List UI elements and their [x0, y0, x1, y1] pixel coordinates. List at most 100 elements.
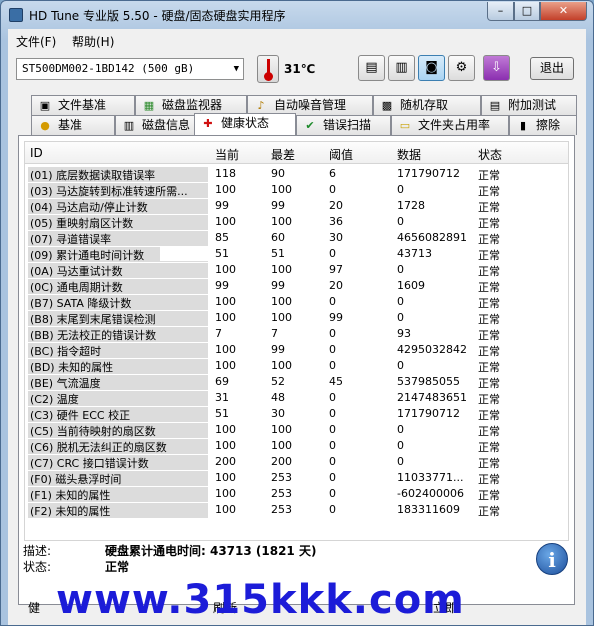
- tab-aam[interactable]: ♪ 自动噪音管理: [247, 95, 373, 115]
- smart-table[interactable]: ID 当前 最差 阈值 数据 状态 (01) 底层数据读取错误率 118 90 6 17…: [24, 141, 569, 541]
- drive-select[interactable]: ST500DM002-1BD142 (500 gB) ▼: [16, 58, 244, 80]
- tab-disk-monitor[interactable]: ▦ 磁盘监视器: [135, 95, 247, 115]
- app-window: HD Tune 专业版 5.50 - 硬盘/固态硬盘实用程序 – □ ✕ 文件(…: [0, 0, 594, 626]
- table-row[interactable]: (05) 重映射扇区计数 100 100 36 0 正常: [25, 214, 568, 230]
- current-value: 100: [215, 311, 236, 324]
- table-row[interactable]: (BB) 无法校正的错误计数 7 7 0 93 正常: [25, 326, 568, 342]
- current-value: 85: [215, 231, 229, 244]
- threshold-value: 36: [329, 215, 343, 228]
- table-header: ID 当前 最差 阈值 数据 状态: [25, 142, 568, 164]
- threshold-value: 0: [329, 295, 336, 308]
- current-value: 100: [215, 439, 236, 452]
- current-value: 31: [215, 391, 229, 404]
- options-button[interactable]: ⚙: [448, 55, 475, 81]
- table-row[interactable]: (0C) 通电周期计数 99 99 20 1609 正常: [25, 278, 568, 294]
- column-header-id[interactable]: ID: [30, 146, 43, 160]
- drive-select-value: ST500DM002-1BD142 (500 gB): [22, 62, 195, 75]
- menu-file[interactable]: 文件(F): [16, 33, 56, 50]
- tab-folder-usage[interactable]: ▭ 文件夹占用率: [391, 115, 509, 135]
- current-value: 100: [215, 423, 236, 436]
- selection-gap: [160, 246, 208, 261]
- screenshot-button[interactable]: ◙: [418, 55, 445, 81]
- copy-text-icon: ▤: [365, 60, 378, 75]
- attribute-status: 正常: [478, 505, 500, 518]
- column-header-data[interactable]: 数据: [397, 146, 421, 163]
- table-row[interactable]: (01) 底层数据读取错误率 118 90 6 171790712 正常: [25, 166, 568, 182]
- table-row[interactable]: (F1) 未知的属性 100 253 0 -602400006 正常: [25, 486, 568, 502]
- tab-health[interactable]: ✚ 健康状态: [194, 113, 296, 135]
- health-cross-icon: ✚: [203, 117, 213, 130]
- table-row[interactable]: (0A) 马达重试计数 100 100 97 0 正常: [25, 262, 568, 278]
- tab-erase[interactable]: ▮ 擦除: [509, 115, 577, 135]
- disk-monitor-icon: ▦: [143, 99, 155, 112]
- attribute-id: (C6) 脱机无法纠正的扇区数: [28, 439, 208, 454]
- error-scan-icon: ✔: [305, 119, 315, 132]
- menu-bar: 文件(F) 帮助(H): [8, 29, 586, 51]
- table-row[interactable]: (BE) 气流温度 69 52 45 537985055 正常: [25, 374, 568, 390]
- toolbar: ST500DM002-1BD142 (500 gB) ▼ 31℃ ▤ ▥ ◙ ⚙…: [8, 51, 586, 95]
- attribute-status: 正常: [478, 425, 500, 438]
- client-area: 文件(F) 帮助(H) ST500DM002-1BD142 (500 gB) ▼…: [8, 29, 586, 625]
- worst-value: 90: [271, 167, 285, 180]
- tab-random-access[interactable]: ▩ 随机存取: [373, 95, 481, 115]
- close-button[interactable]: ✕: [540, 2, 587, 21]
- attribute-id: (BD) 未知的属性: [28, 359, 208, 374]
- worst-value: 253: [271, 487, 292, 500]
- raw-data: 4295032842: [397, 343, 467, 356]
- column-header-status[interactable]: 状态: [478, 146, 502, 163]
- exit-button[interactable]: 退出: [530, 57, 574, 80]
- raw-data: 21474836511: [397, 391, 467, 404]
- table-row[interactable]: (07) 寻道错误率 85 60 30 4656082891 正常: [25, 230, 568, 246]
- attribute-id: (07) 寻道错误率: [28, 231, 208, 246]
- table-row[interactable]: (C5) 当前待映射的扇区数 100 100 0 0 正常: [25, 422, 568, 438]
- attribute-status: 正常: [478, 201, 500, 214]
- worst-value: 100: [271, 423, 292, 436]
- table-row[interactable]: (C7) CRC 接口错误计数 200 200 0 0 正常: [25, 454, 568, 470]
- table-row[interactable]: (F2) 未知的属性 100 253 0 183311609 正常: [25, 502, 568, 518]
- attribute-status: 正常: [478, 489, 500, 502]
- current-value: 7: [215, 327, 222, 340]
- tab-error-scan[interactable]: ✔ 错误扫描: [296, 115, 391, 135]
- info-icon[interactable]: i: [536, 543, 568, 575]
- table-row[interactable]: (BD) 未知的属性 100 100 0 0 正常: [25, 358, 568, 374]
- health-panel: ID 当前 最差 阈值 数据 状态 (01) 底层数据读取错误率 118 90 6 17…: [18, 135, 575, 605]
- tab-disk-info[interactable]: ▥ 磁盘信息: [115, 115, 203, 135]
- table-row[interactable]: (03) 马达旋转到标准转速所需... 100 100 0 0 正常: [25, 182, 568, 198]
- worst-value: 253: [271, 471, 292, 484]
- copy-text-button[interactable]: ▤: [358, 55, 385, 81]
- copy-screen-button[interactable]: ▥: [388, 55, 415, 81]
- threshold-value: 0: [329, 343, 336, 356]
- status-value: 正常: [105, 560, 130, 574]
- column-header-current[interactable]: 当前: [215, 146, 239, 163]
- raw-data: 4656082891: [397, 231, 467, 244]
- table-row[interactable]: (BC) 指令超时 100 99 0 4295032842 正常: [25, 342, 568, 358]
- table-row[interactable]: (09) 累计通电时间计数 51 51 0 43713 正常: [25, 246, 568, 262]
- current-value: 100: [215, 487, 236, 500]
- tab-extra-tests[interactable]: ▤ 附加测试: [481, 95, 577, 115]
- menu-help[interactable]: 帮助(H): [72, 33, 114, 50]
- table-row[interactable]: (04) 马达启动/停止计数 99 99 20 1728 正常: [25, 198, 568, 214]
- attribute-status: 正常: [478, 345, 500, 358]
- maximize-button[interactable]: □: [514, 2, 540, 21]
- extra-tests-icon: ▤: [489, 99, 501, 112]
- tab-benchmark[interactable]: ● 基准: [31, 115, 115, 135]
- table-row[interactable]: (B8) 末尾到末尾错误检测 100 100 99 0 正常: [25, 310, 568, 326]
- table-row[interactable]: (C6) 脱机无法纠正的扇区数 100 100 0 0 正常: [25, 438, 568, 454]
- folder-icon: ▭: [399, 119, 411, 132]
- attribute-id: (0C) 通电周期计数: [28, 279, 208, 294]
- worst-value: 100: [271, 295, 292, 308]
- app-icon: [9, 8, 23, 22]
- current-value: 100: [215, 471, 236, 484]
- raw-data: 93: [397, 327, 411, 340]
- table-row[interactable]: (F0) 磁头悬浮时间 100 253 0 11033771... 正常: [25, 470, 568, 486]
- column-header-threshold[interactable]: 阈值: [329, 146, 353, 163]
- save-button[interactable]: ⇩: [483, 55, 510, 81]
- raw-data: 1609: [397, 279, 425, 292]
- table-row[interactable]: (C3) 硬件 ECC 校正 51 30 0 171790712 正常: [25, 406, 568, 422]
- tab-file-benchmark[interactable]: ▣ 文件基准: [31, 95, 135, 115]
- table-row[interactable]: (B7) SATA 降级计数 100 100 0 0 正常: [25, 294, 568, 310]
- table-row[interactable]: (C2) 温度 31 48 0 21474836511 正常: [25, 390, 568, 406]
- minimize-button[interactable]: –: [487, 2, 514, 21]
- column-header-worst[interactable]: 最差: [271, 146, 295, 163]
- title-bar[interactable]: HD Tune 专业版 5.50 - 硬盘/固态硬盘实用程序 – □ ✕: [1, 1, 593, 29]
